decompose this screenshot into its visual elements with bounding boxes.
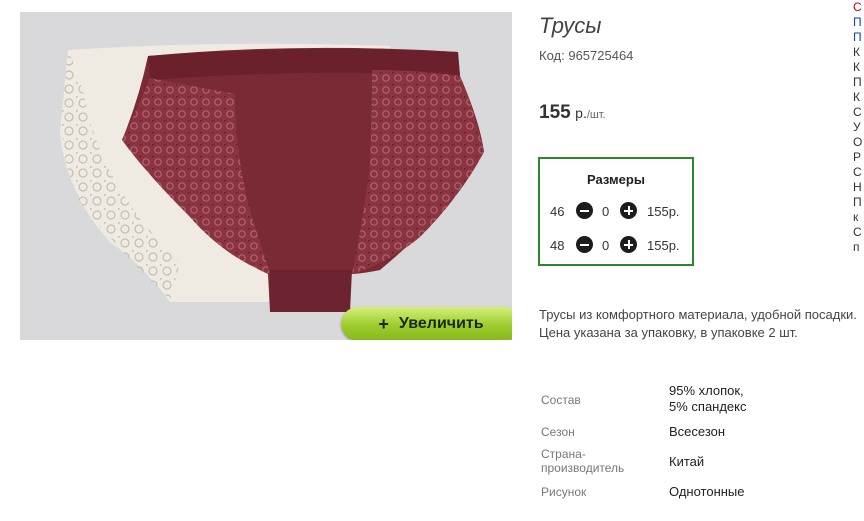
attribute-key: Сезон — [541, 425, 575, 439]
attribute-value-line: 95% хлопок, — [669, 383, 744, 398]
sidebar-item: С — [853, 225, 862, 239]
decrement-icon[interactable] — [576, 236, 593, 253]
product-code: Код: 965725464 — [539, 48, 633, 63]
attribute-key: Состав — [541, 393, 581, 407]
zoom-button[interactable]: + Увеличить — [341, 307, 512, 340]
sidebar-item: к — [853, 210, 859, 224]
product-description: Трусы из комфортного материала, удобной … — [539, 307, 857, 340]
sidebar-item: Р — [853, 150, 862, 164]
size-price: 155р. — [647, 238, 680, 253]
attribute-value: Всесезон — [669, 424, 726, 439]
sidebar-item: С — [853, 105, 862, 119]
sidebar-item: К — [853, 45, 860, 59]
product-title: Трусы — [539, 13, 602, 38]
size-price: 155р. — [647, 204, 680, 219]
attribute-value: 95% хлопок, 5% спандекс — [669, 383, 747, 415]
sidebar-item[interactable]: С — [853, 0, 864, 15]
sidebar-link[interactable]: П — [853, 30, 864, 45]
size-row: 46 0 155р. — [540, 202, 696, 220]
sidebar-item: С — [853, 165, 862, 179]
attribute-value-line: 5% спандекс — [669, 399, 747, 414]
product-illustration — [60, 43, 484, 312]
product-price: 155 р./шт. — [539, 102, 606, 124]
price-unit: /шт. — [586, 109, 606, 121]
sidebar-link[interactable]: П — [853, 15, 864, 30]
sizes-box: Размеры 46 0 155р. 48 0 155р. — [538, 157, 694, 266]
sidebar-item: К — [853, 90, 860, 104]
plus-icon: + — [378, 313, 389, 334]
sidebar-item: П — [853, 75, 862, 89]
product-image[interactable]: + Увеличить — [20, 12, 512, 340]
attribute-key-line: производитель — [541, 461, 625, 475]
attribute-key: Рисунок — [541, 485, 587, 499]
decrement-icon[interactable] — [576, 202, 593, 219]
sidebar-item: П — [853, 195, 862, 209]
sidebar-item: п — [853, 240, 860, 254]
size-label: 48 — [550, 238, 565, 253]
increment-icon[interactable] — [620, 202, 637, 219]
attribute-value: Однотонные — [669, 484, 745, 499]
sizes-heading: Размеры — [587, 172, 645, 187]
sidebar-item: У — [853, 120, 861, 134]
size-label: 46 — [550, 204, 565, 219]
sidebar-fragment: С П П К К П К С У О Р С Н П к С п — [853, 0, 864, 255]
sidebar-item: О — [853, 135, 863, 149]
increment-icon[interactable] — [620, 236, 637, 253]
code-label: Код: — [539, 48, 565, 63]
sidebar-item: К — [853, 60, 860, 74]
code-value: 965725464 — [568, 48, 634, 63]
size-quantity: 0 — [602, 204, 610, 219]
attribute-key-line: Страна- — [541, 447, 586, 461]
price-value: 155 — [539, 102, 571, 123]
attribute-value: Китай — [669, 454, 705, 469]
size-row: 48 0 155р. — [540, 236, 696, 254]
price-currency: р. — [575, 105, 587, 121]
zoom-button-label: Увеличить — [398, 315, 484, 332]
sidebar-item: Н — [853, 180, 862, 194]
size-quantity: 0 — [602, 238, 610, 253]
attribute-key: Страна- производитель — [541, 447, 624, 475]
